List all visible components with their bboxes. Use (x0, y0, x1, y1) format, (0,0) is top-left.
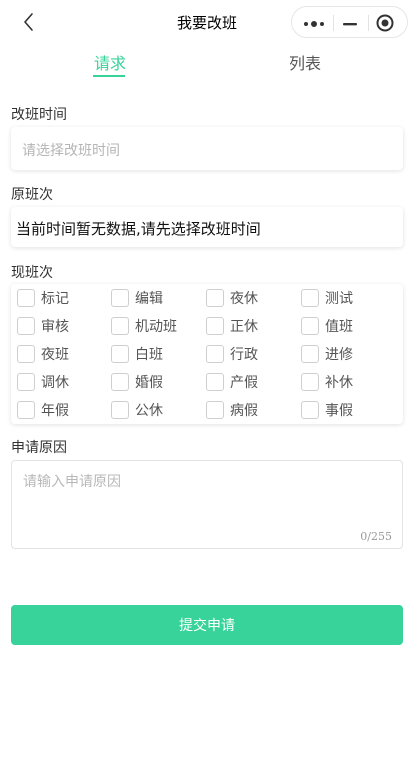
checkbox-square-icon[interactable] (17, 401, 35, 419)
shift-option-checkbox[interactable]: 补休 (301, 371, 353, 393)
shift-option-checkbox[interactable]: 夜休 (206, 287, 258, 309)
shift-option-checkbox[interactable]: 机动班 (111, 315, 177, 337)
shift-option-checkbox[interactable]: 测试 (301, 287, 353, 309)
shift-option-label: 补休 (325, 375, 353, 391)
original-shift-label: 原班次 (11, 187, 53, 203)
shift-option-checkbox[interactable]: 事假 (301, 399, 353, 421)
shift-option-label: 白班 (135, 347, 163, 363)
shift-option-label: 调休 (41, 375, 69, 391)
close-button[interactable] (374, 13, 396, 33)
shift-option-checkbox[interactable]: 调休 (17, 371, 69, 393)
checkbox-square-icon[interactable] (206, 345, 224, 363)
mini-program-capsule (291, 6, 408, 38)
tab-request[interactable]: 请求 (94, 50, 126, 74)
tab-bar: 请求 列表 (0, 46, 414, 80)
shift-option-label: 编辑 (135, 291, 163, 307)
reason-field: 0/255 (11, 460, 403, 549)
checkbox-square-icon[interactable] (17, 345, 35, 363)
shift-option-checkbox[interactable]: 白班 (111, 343, 163, 365)
shift-option-label: 值班 (325, 319, 353, 335)
checkbox-square-icon[interactable] (111, 289, 129, 307)
checkbox-square-icon[interactable] (111, 373, 129, 391)
shift-option-label: 事假 (325, 403, 353, 419)
checkbox-square-icon[interactable] (206, 401, 224, 419)
shift-option-checkbox[interactable]: 产假 (206, 371, 258, 393)
checkbox-square-icon[interactable] (17, 317, 35, 335)
more-button[interactable] (302, 16, 326, 30)
shift-option-checkbox[interactable]: 行政 (206, 343, 258, 365)
shift-option-checkbox[interactable]: 年假 (17, 399, 69, 421)
reason-label: 申请原因 (11, 440, 67, 456)
minimize-button[interactable] (338, 16, 362, 30)
checkbox-square-icon[interactable] (17, 373, 35, 391)
shift-option-label: 婚假 (135, 375, 163, 391)
checkbox-square-icon[interactable] (17, 289, 35, 307)
shift-option-label: 年假 (41, 403, 69, 419)
active-tab-indicator (93, 75, 125, 77)
shift-option-checkbox[interactable]: 审核 (17, 315, 69, 337)
capsule-divider (368, 15, 369, 31)
checkbox-square-icon[interactable] (301, 373, 319, 391)
shift-options-grid: 标记 编辑 夜休 测试审核 机动班 正休 值班夜班 白班 行政 进修调休 婚假 产假 补休年假 公休 病假 事… (11, 284, 403, 424)
shift-option-label: 夜班 (41, 347, 69, 363)
checkbox-square-icon[interactable] (111, 401, 129, 419)
checkbox-square-icon[interactable] (111, 345, 129, 363)
shift-option-label: 标记 (41, 291, 69, 307)
shift-option-label: 机动班 (135, 319, 177, 335)
shift-option-label: 产假 (230, 375, 258, 391)
shift-option-label: 测试 (325, 291, 353, 307)
shift-option-label: 正休 (230, 319, 258, 335)
minus-icon (343, 23, 357, 26)
checkbox-square-icon[interactable] (111, 317, 129, 335)
app-page: 我要改班 请求 列表 改班时间 请选择改班时间 原班次 当前时间暂无数据,请先选… (0, 0, 414, 780)
shift-option-label: 审核 (41, 319, 69, 335)
shift-option-label: 公休 (135, 403, 163, 419)
character-counter: 0/255 (360, 530, 392, 543)
checkbox-square-icon[interactable] (301, 345, 319, 363)
capsule-divider (333, 15, 334, 31)
shift-option-label: 进修 (325, 347, 353, 363)
checkbox-square-icon[interactable] (206, 317, 224, 335)
checkbox-square-icon[interactable] (301, 401, 319, 419)
checkbox-square-icon[interactable] (301, 317, 319, 335)
shift-option-label: 病假 (230, 403, 258, 419)
shift-time-label: 改班时间 (11, 107, 67, 123)
submit-button[interactable]: 提交申请 (11, 605, 403, 645)
original-shift-value: 当前时间暂无数据,请先选择改班时间 (11, 207, 403, 247)
shift-option-checkbox[interactable]: 编辑 (111, 287, 163, 309)
shift-option-label: 行政 (230, 347, 258, 363)
current-shift-label: 现班次 (11, 265, 53, 281)
more-dots-icon (304, 21, 324, 27)
nav-bar: 我要改班 (0, 0, 414, 44)
shift-option-checkbox[interactable]: 标记 (17, 287, 69, 309)
shift-option-checkbox[interactable]: 公休 (111, 399, 163, 421)
reason-textarea[interactable] (12, 461, 402, 531)
shift-option-checkbox[interactable]: 婚假 (111, 371, 163, 393)
shift-time-picker[interactable]: 请选择改班时间 (11, 127, 403, 170)
target-circle-icon (376, 14, 394, 32)
checkbox-square-icon[interactable] (301, 289, 319, 307)
shift-option-label: 夜休 (230, 291, 258, 307)
shift-option-checkbox[interactable]: 夜班 (17, 343, 69, 365)
shift-option-checkbox[interactable]: 正休 (206, 315, 258, 337)
checkbox-square-icon[interactable] (206, 289, 224, 307)
shift-option-checkbox[interactable]: 进修 (301, 343, 353, 365)
checkbox-square-icon[interactable] (206, 373, 224, 391)
tab-list[interactable]: 列表 (289, 50, 321, 74)
shift-option-checkbox[interactable]: 病假 (206, 399, 258, 421)
shift-option-checkbox[interactable]: 值班 (301, 315, 353, 337)
